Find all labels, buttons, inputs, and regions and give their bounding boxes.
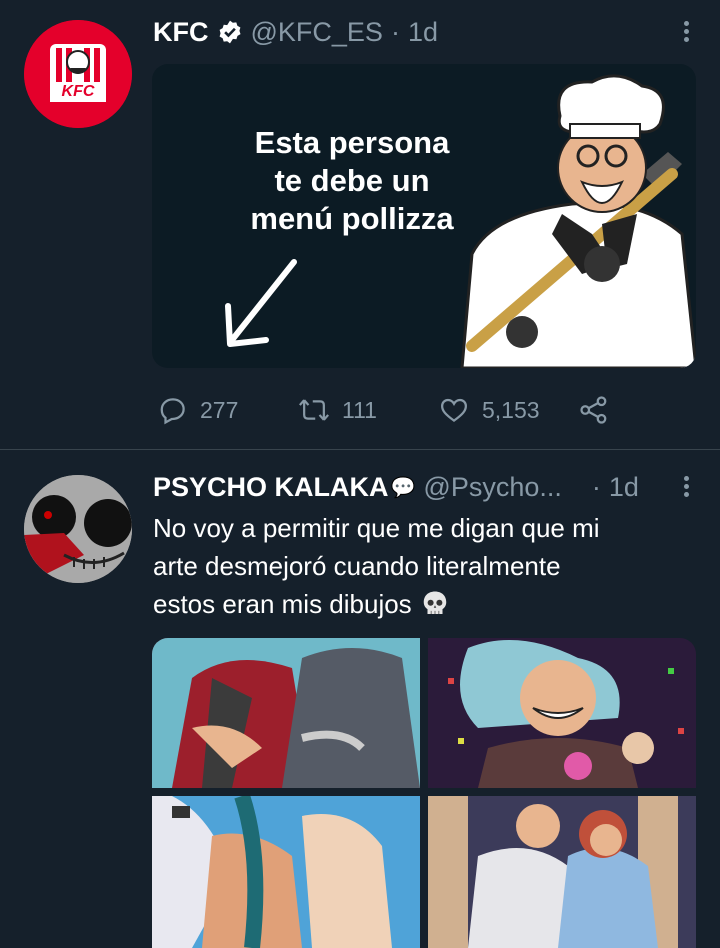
author-name[interactable]: KFC (153, 17, 209, 48)
colonel-illustration (460, 74, 696, 368)
tweet-image[interactable]: Esta persona te debe un menú pollizza (152, 64, 696, 368)
like-icon (440, 398, 468, 423)
media-grid (152, 638, 696, 948)
tweet-time[interactable]: 1d (609, 472, 639, 503)
reply-count: 277 (200, 396, 239, 423)
arrow-illustration (225, 259, 297, 347)
speech-bubble-emoji: 💬 (390, 476, 416, 499)
media-image-2[interactable] (428, 638, 696, 788)
text-line: No voy a permitir que me digan que mi (153, 513, 600, 543)
media-image-3[interactable] (152, 796, 420, 948)
tweet-psycho-kalaka[interactable]: PSYCHO KALAKA 💬 @Psycho... · 1d No voy a… (0, 451, 720, 948)
reply-button[interactable]: 277 (158, 390, 238, 430)
retweet-count: 111 (342, 396, 377, 423)
reply-icon (160, 398, 185, 425)
tweet-divider (0, 449, 720, 450)
retweet-button[interactable]: 111 (298, 390, 377, 430)
skull-emoji-icon (423, 591, 446, 614)
text-line: arte desmejoró cuando literalmente (153, 551, 561, 581)
text-line: estos eran mis dibujos (153, 589, 412, 619)
image-caption: Esta persona te debe un menú pollizza (232, 124, 472, 238)
like-button[interactable]: 5,153 (438, 390, 540, 430)
tweet-actions: 277 111 5,153 (152, 390, 652, 430)
share-icon (580, 396, 607, 424)
tweet-header: PSYCHO KALAKA 💬 @Psycho... · 1d (153, 467, 639, 507)
kfc-logo-text: KFC (61, 83, 95, 100)
media-image-4[interactable] (428, 796, 696, 948)
tweet-time[interactable]: 1d (408, 17, 438, 48)
kfc-avatar[interactable]: KFC (24, 20, 132, 128)
more-options-icon[interactable] (682, 473, 690, 500)
author-handle[interactable]: @KFC_ES (251, 17, 383, 48)
media-image-1[interactable] (152, 638, 420, 788)
tweet-header: KFC @KFC_ES · 1d (153, 12, 438, 52)
caption-line: Esta persona (254, 125, 450, 160)
dot-separator: · (591, 471, 601, 502)
share-button[interactable] (578, 390, 622, 430)
like-count: 5,153 (482, 396, 540, 423)
caption-line: menú pollizza (250, 201, 454, 236)
tweet-kfc[interactable]: KFC KFC @KFC_ES · 1d Esta persona te deb… (0, 0, 720, 450)
psycho-avatar[interactable] (24, 475, 132, 583)
caption-line: te debe un (274, 163, 430, 198)
dot-separator: · (390, 16, 400, 47)
verified-badge-icon (217, 19, 243, 45)
author-handle[interactable]: @Psycho... (423, 472, 561, 503)
retweet-icon (299, 399, 329, 421)
author-name[interactable]: PSYCHO KALAKA (153, 472, 389, 503)
more-options-icon[interactable] (682, 18, 690, 45)
tweet-text: No voy a permitir que me digan que mi ar… (153, 509, 693, 623)
